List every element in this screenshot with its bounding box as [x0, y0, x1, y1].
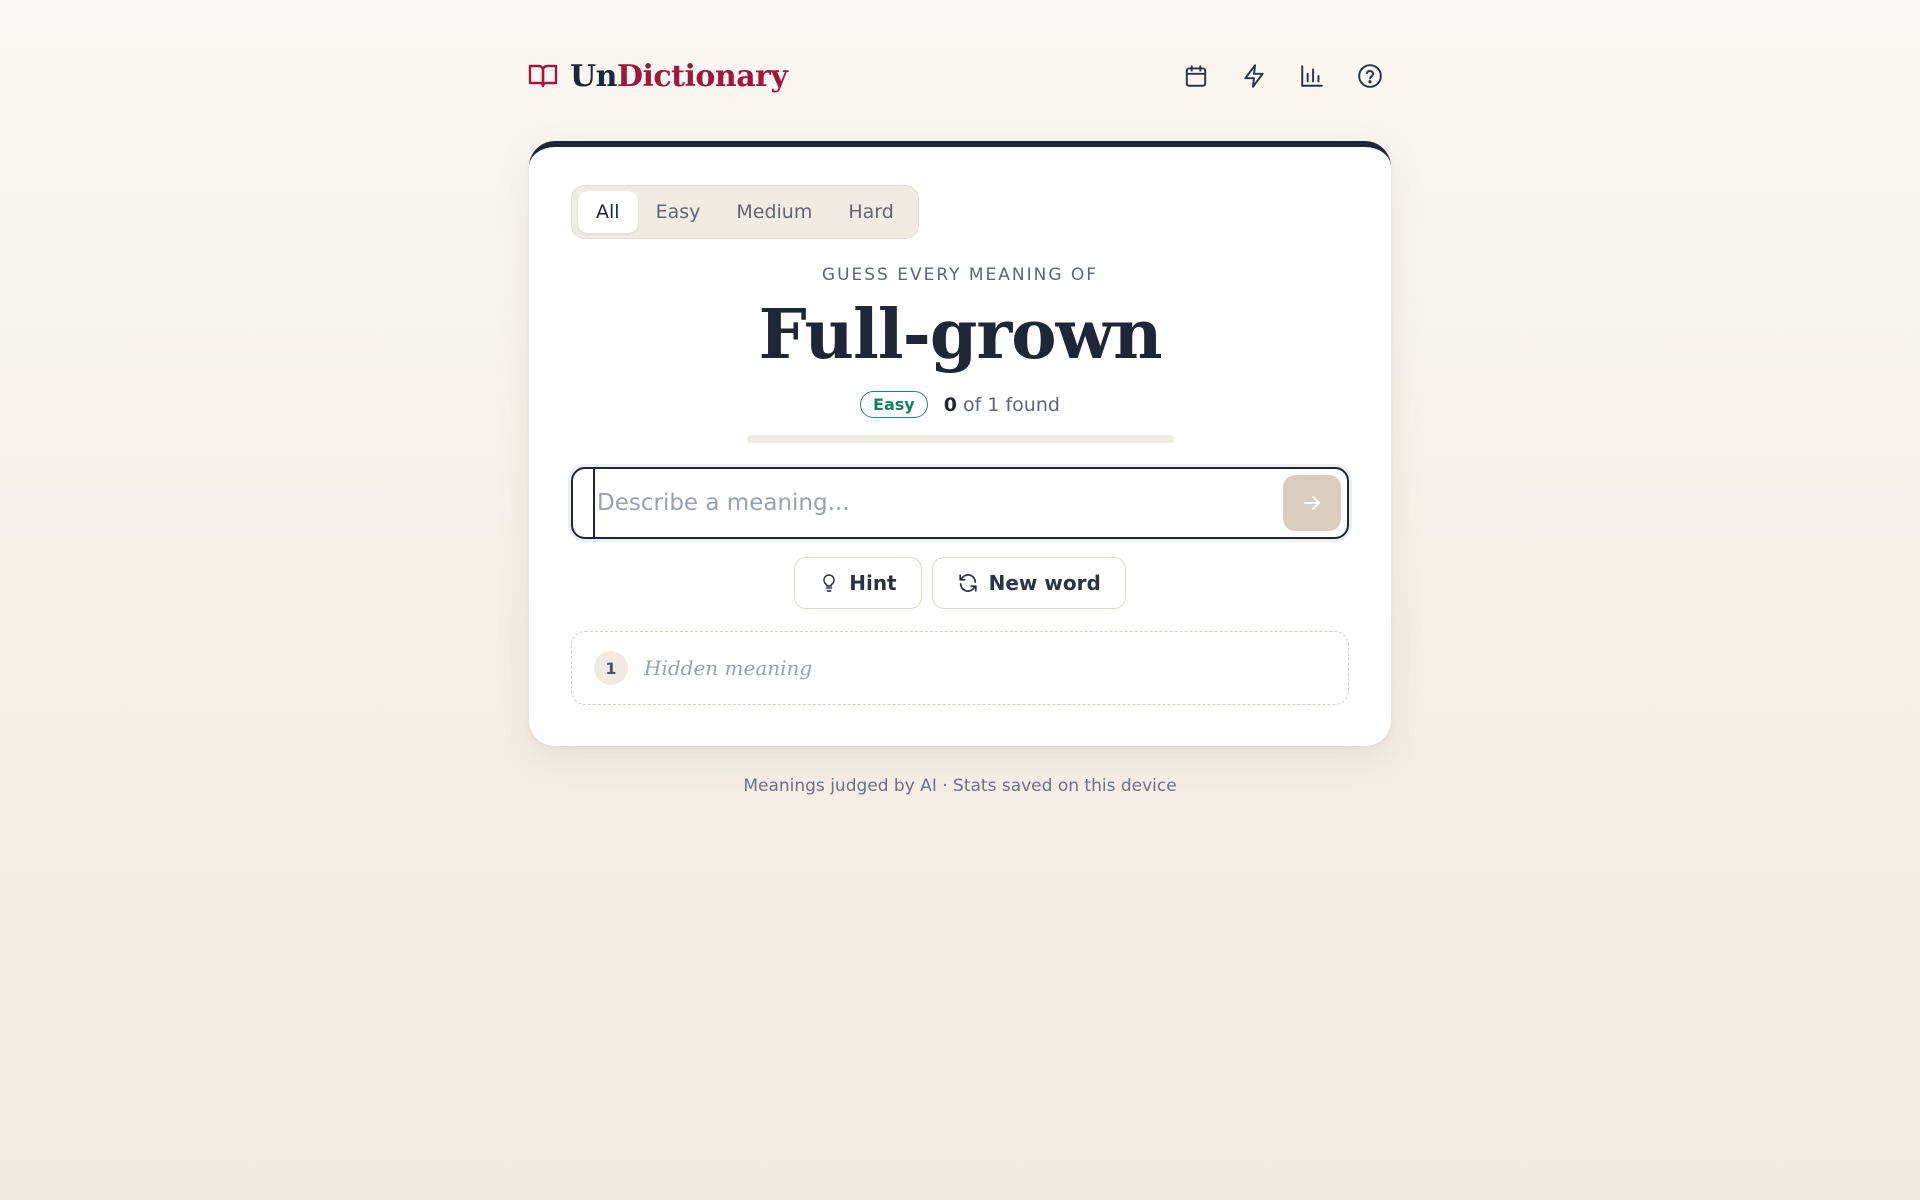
meaning-text: Hidden meaning [644, 656, 813, 680]
calendar-icon[interactable] [1176, 56, 1216, 96]
lightning-icon[interactable] [1234, 56, 1274, 96]
found-counter: 0 of 1 found [944, 394, 1060, 416]
refresh-icon [957, 572, 979, 594]
meaning-number: 1 [594, 651, 628, 685]
stats-chart-icon[interactable] [1292, 56, 1332, 96]
brand-name-un: Un [570, 58, 617, 94]
tab-hard[interactable]: Hard [830, 191, 911, 233]
target-word: Full-grown [758, 295, 1162, 375]
status-row: Easy 0 of 1 found [529, 391, 1391, 418]
header-actions [1158, 56, 1390, 96]
help-circle-icon[interactable] [1350, 56, 1390, 96]
brand-name: UnDictionary [570, 58, 788, 94]
brand-logo[interactable]: UnDictionary [528, 56, 788, 96]
difficulty-tabs: All Easy Medium Hard [571, 185, 919, 239]
tab-medium[interactable]: Medium [718, 191, 830, 233]
found-count: 0 [943, 393, 957, 416]
hint-button[interactable]: Hint [794, 557, 922, 609]
tab-all[interactable]: All [578, 191, 638, 233]
footer-note: Meanings judged by AI · Stats saved on t… [743, 776, 1177, 796]
new-word-button[interactable]: New word [931, 557, 1126, 609]
action-buttons: Hint New word [529, 557, 1391, 609]
hint-label: Hint [849, 571, 897, 595]
progress-bar [747, 435, 1174, 443]
brand-name-dictionary: Dictionary [616, 58, 788, 94]
list-item: 1 Hidden meaning [571, 631, 1349, 705]
meanings-list: 1 Hidden meaning [571, 631, 1349, 705]
submit-button[interactable] [1283, 475, 1341, 531]
difficulty-badge: Easy [860, 391, 928, 418]
meaning-input[interactable] [593, 469, 1253, 537]
game-card: All Easy Medium Hard GUESS EVERY MEANING… [529, 141, 1391, 746]
meaning-input-box [571, 467, 1349, 539]
open-book-icon [528, 61, 558, 91]
guess-prompt: GUESS EVERY MEANING OF [821, 265, 1099, 285]
tab-easy[interactable]: Easy [638, 191, 719, 233]
lightbulb-icon [819, 572, 839, 594]
new-word-label: New word [988, 571, 1101, 595]
found-suffix: of 1 found [963, 393, 1060, 416]
arrow-right-icon [1300, 491, 1324, 515]
